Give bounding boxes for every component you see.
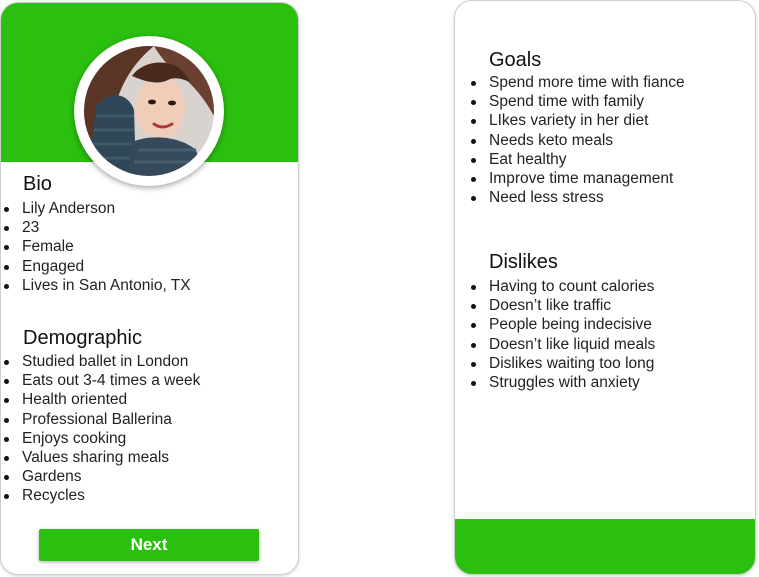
dislikes-list: Having to count calories Doesn’t like tr… — [468, 277, 655, 392]
demographic-item: Professional Ballerina — [1, 410, 200, 429]
avatar — [74, 36, 224, 186]
user-photo-icon — [84, 46, 214, 176]
demographic-item: Enjoys cooking — [1, 429, 200, 448]
bio-list: Lily Anderson 23 Female Engaged Lives in… — [1, 199, 191, 295]
demographic-heading: Demographic — [23, 327, 142, 349]
bio-heading: Bio — [23, 173, 52, 195]
dislike-item: People being indecisive — [468, 315, 655, 334]
dislike-item: Dislikes waiting too long — [468, 354, 655, 373]
next-button[interactable]: Next — [39, 529, 259, 561]
demographic-item: Eats out 3-4 times a week — [1, 371, 200, 390]
dislike-item: Having to count calories — [468, 277, 655, 296]
demographic-item: Values sharing meals — [1, 448, 200, 467]
goal-item: Spend time with family — [468, 92, 685, 111]
goal-item: Spend more time with fiance — [468, 73, 685, 92]
goal-item: Eat healthy — [468, 150, 685, 169]
bio-item-status: Engaged — [1, 257, 191, 276]
dislike-item: Struggles with anxiety — [468, 373, 655, 392]
goal-item: Need less stress — [468, 188, 685, 207]
dislikes-heading: Dislikes — [489, 251, 558, 273]
goal-item: Improve time management — [468, 169, 685, 188]
demographic-item: Recycles — [1, 486, 200, 505]
dislike-item: Doesn’t like liquid meals — [468, 335, 655, 354]
bio-item-age: 23 — [1, 218, 191, 237]
bio-item-name: Lily Anderson — [1, 199, 191, 218]
dislike-item: Doesn’t like traffic — [468, 296, 655, 315]
goal-item: LIkes variety in her diet — [468, 111, 685, 130]
goals-list: Spend more time with fiance Spend time w… — [468, 73, 685, 207]
demographic-list: Studied ballet in London Eats out 3-4 ti… — [1, 352, 200, 506]
profile-card: Bio Lily Anderson 23 Female Engaged Live… — [0, 2, 299, 575]
demographic-item: Health oriented — [1, 390, 200, 409]
bio-item-location: Lives in San Antonio, TX — [1, 276, 191, 295]
details-card: Goals Spend more time with fiance Spend … — [454, 0, 756, 575]
goal-item: Needs keto meals — [468, 131, 685, 150]
goals-heading: Goals — [489, 49, 542, 71]
demographic-item: Studied ballet in London — [1, 352, 200, 371]
bio-item-gender: Female — [1, 237, 191, 256]
footer-band — [455, 519, 755, 574]
demographic-item: Gardens — [1, 467, 200, 486]
